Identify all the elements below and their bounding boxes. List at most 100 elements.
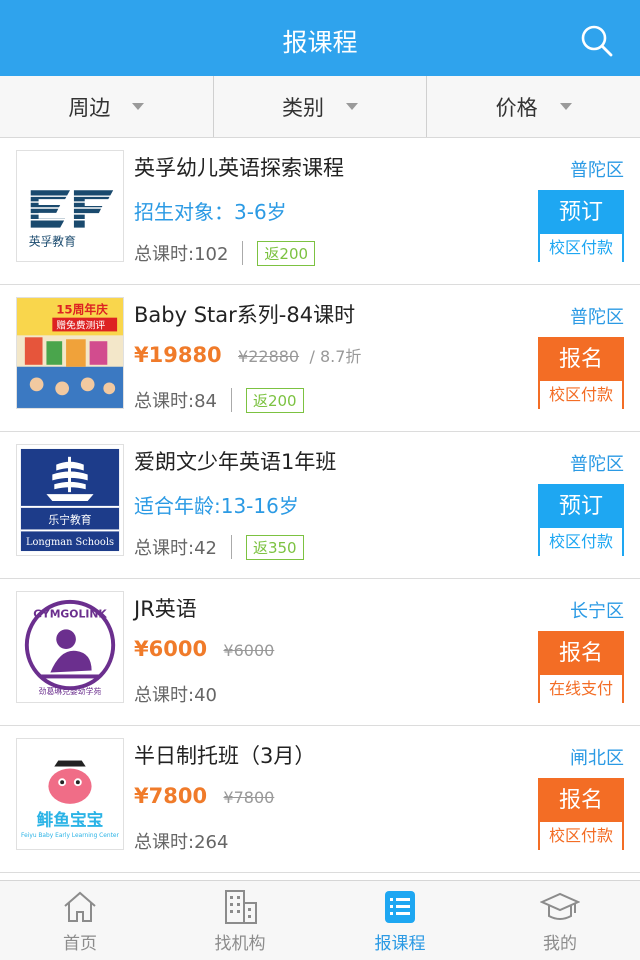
district-label: 闸北区	[570, 748, 624, 769]
district-label: 普陀区	[570, 454, 624, 475]
course-name: 半日制托班（3月）	[134, 744, 316, 768]
course-item[interactable]: GYMGOLINK 劲葛琳克婴幼学苑 JR英语 ¥6000 ¥6000 总课时:…	[0, 579, 640, 726]
svg-text:赠免费测评: 赠免费测评	[56, 318, 105, 331]
rebate-badge: 返200	[257, 240, 316, 266]
caret-down-icon	[559, 103, 572, 110]
target-age: 招生对象：3-6岁	[134, 200, 287, 224]
filter-price[interactable]: 价格	[427, 76, 640, 137]
original-price: ¥22880	[238, 347, 300, 366]
course-meta: 总课时:264	[134, 828, 228, 854]
original-price: ¥7800	[223, 788, 275, 807]
course-meta: 总课时:84 返200	[134, 387, 304, 413]
course-name: 爱朗文少年英语1年班	[134, 450, 337, 474]
filter-label: 周边	[68, 95, 111, 120]
price: ¥6000	[134, 637, 208, 661]
svg-text:乐宁教育: 乐宁教育	[48, 514, 91, 527]
course-price-row: ¥7800 ¥7800	[134, 784, 274, 808]
course-list: 英孚教育 英孚幼儿英语探索课程 招生对象：3-6岁 总课时:102 返200 普…	[0, 138, 640, 880]
course-name: JR英语	[134, 597, 197, 621]
rebate-badge: 返200	[245, 387, 304, 413]
svg-text:15周年庆: 15周年庆	[56, 303, 108, 317]
price: ¥7800	[134, 784, 208, 808]
page-title: 报课程	[282, 28, 358, 57]
action-label: 报名	[540, 339, 622, 381]
district-label: 普陀区	[570, 160, 624, 181]
ef-logo: 英孚教育	[16, 150, 124, 262]
divider	[242, 241, 244, 265]
graduation-cap-icon	[540, 892, 580, 920]
list-icon	[385, 891, 415, 923]
district-label: 普陀区	[570, 307, 624, 328]
course-item[interactable]: 英孚教育 英孚幼儿英语探索课程 招生对象：3-6岁 总课时:102 返200 普…	[0, 138, 640, 285]
tab-mine[interactable]: 我的	[480, 881, 640, 960]
tab-label: 首页	[63, 934, 97, 954]
course-price-row: ¥19880 ¥22880 / 8.7折	[134, 343, 361, 367]
course-target: 适合年龄:13-16岁	[134, 490, 299, 519]
divider	[230, 535, 232, 559]
payment-label: 校区付款	[540, 528, 622, 558]
course-hours: 总课时:264	[134, 832, 229, 853]
course-price-row: ¥6000 ¥6000	[134, 637, 274, 661]
course-item[interactable]: 乐宁教育 Longman Schools 爱朗文少年英语1年班 适合年龄:13-…	[0, 432, 640, 579]
babystar-photo: 15周年庆 赠免费测评	[16, 297, 124, 409]
payment-label: 校区付款	[540, 234, 622, 264]
filter-category[interactable]: 类别	[214, 76, 428, 137]
feiyu-logo: 鲱鱼宝宝 Feiyu Baby Early Learning Center	[16, 738, 124, 850]
action-label: 报名	[540, 780, 622, 822]
discount: / 8.7折	[309, 347, 362, 366]
caret-down-icon	[132, 103, 145, 110]
svg-text:Longman Schools: Longman Schools	[26, 537, 114, 548]
course-item[interactable]: 15周年庆 赠免费测评 Baby Star系列-84课时 ¥19880 ¥228…	[0, 285, 640, 432]
svg-text:英孚教育: 英孚教育	[29, 234, 76, 248]
filter-nearby[interactable]: 周边	[0, 76, 214, 137]
filter-label: 价格	[495, 95, 538, 120]
enroll-button[interactable]: 报名 校区付款	[538, 778, 624, 852]
course-meta: 总课时:42 返350	[134, 534, 304, 560]
book-button[interactable]: 预订 校区付款	[538, 484, 624, 558]
course-target: 招生对象：3-6岁	[134, 196, 287, 225]
action-label: 报名	[540, 633, 622, 675]
course-name: 英孚幼儿英语探索课程	[134, 156, 344, 180]
search-icon[interactable]	[580, 24, 614, 58]
enroll-button[interactable]: 报名 在线支付	[538, 631, 624, 705]
svg-text:劲葛琳克婴幼学苑: 劲葛琳克婴幼学苑	[39, 686, 102, 696]
header-bar: 报课程	[0, 0, 640, 76]
svg-text:鲱鱼宝宝: 鲱鱼宝宝	[37, 809, 104, 829]
tab-courses[interactable]: 报课程	[320, 881, 480, 960]
gymgolink-logo: GYMGOLINK 劲葛琳克婴幼学苑	[16, 591, 124, 703]
book-button[interactable]: 预订 校区付款	[538, 190, 624, 264]
tab-label: 报课程	[374, 934, 426, 954]
enroll-button[interactable]: 报名 校区付款	[538, 337, 624, 411]
svg-text:GYMGOLINK: GYMGOLINK	[33, 608, 107, 621]
payment-label: 在线支付	[540, 675, 622, 705]
target-age: 适合年龄:13-16岁	[134, 494, 299, 518]
longman-logo: 乐宁教育 Longman Schools	[16, 444, 124, 556]
building-icon	[225, 890, 257, 924]
tab-find-institution[interactable]: 找机构	[160, 881, 320, 960]
payment-label: 校区付款	[540, 822, 622, 852]
divider	[230, 388, 232, 412]
svg-text:Feiyu Baby Early Learning Cent: Feiyu Baby Early Learning Center	[21, 833, 120, 839]
filter-label: 类别	[282, 95, 324, 120]
course-meta: 总课时:102 返200	[134, 240, 316, 266]
price: ¥19880	[134, 343, 222, 367]
app: 报课程 周边 类别 价格 英孚教育 英孚幼儿英语探索课程 招生对象：3-6岁 总…	[0, 0, 640, 960]
home-icon	[64, 891, 96, 922]
action-label: 预订	[540, 192, 622, 234]
tab-label: 我的	[543, 934, 577, 954]
course-hours: 总课时:42	[134, 538, 217, 559]
bottom-tab-bar: 首页 找机构 报课程 我的	[0, 880, 640, 960]
filter-bar: 周边 类别 价格	[0, 76, 640, 138]
course-item[interactable]: 鲱鱼宝宝 Feiyu Baby Early Learning Center 半日…	[0, 726, 640, 873]
payment-label: 校区付款	[540, 381, 622, 411]
district-label: 长宁区	[570, 601, 624, 622]
course-meta: 总课时:40	[134, 681, 217, 707]
rebate-badge: 返350	[245, 534, 304, 560]
caret-down-icon	[346, 103, 358, 110]
course-hours: 总课时:84	[134, 391, 217, 412]
action-label: 预订	[540, 486, 622, 528]
original-price: ¥6000	[223, 641, 275, 660]
course-hours: 总课时:40	[134, 685, 217, 706]
tab-label: 找机构	[214, 934, 266, 954]
tab-home[interactable]: 首页	[0, 881, 160, 960]
